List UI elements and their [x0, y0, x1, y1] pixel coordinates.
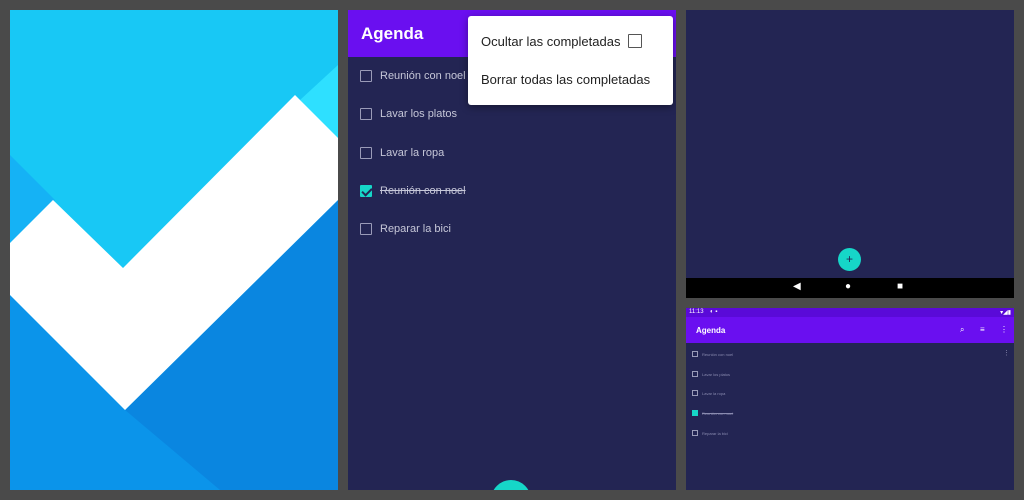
empty-list-screen: + ◀ ● ■: [686, 10, 1014, 298]
task-checkbox-checked[interactable]: [692, 410, 698, 416]
notification-icon: ◐ ▪: [710, 309, 718, 315]
task-checkbox-checked[interactable]: [360, 185, 372, 197]
status-bar: 11:13 ◐ ▪ ▾◢▮: [686, 308, 1014, 317]
task-label: Reunión con noel: [702, 410, 734, 416]
task-checkbox[interactable]: [360, 70, 372, 82]
more-options-icon[interactable]: ⋮: [1003, 349, 1010, 357]
task-item[interactable]: Lavar la ropa: [360, 143, 444, 163]
task-checkbox[interactable]: [692, 390, 698, 396]
app-title: Agenda: [696, 326, 726, 335]
task-label: Reparar la bici: [702, 430, 728, 436]
app-bar: Agenda ⌕ ≡ ⋮: [686, 317, 1014, 343]
task-label: Lavar los platos: [702, 371, 731, 377]
task-checkbox[interactable]: [360, 108, 372, 120]
recents-icon[interactable]: ■: [897, 281, 903, 292]
app-title: Agenda: [361, 24, 424, 43]
add-task-fab[interactable]: +: [838, 248, 861, 271]
signal-battery-icon: ▾◢▮: [1000, 310, 1011, 316]
overflow-menu: Ocultar las completadas Borrar todas las…: [468, 16, 673, 105]
add-task-fab[interactable]: [491, 480, 531, 490]
status-time: 11:13: [689, 309, 704, 315]
menu-item-hide-completed[interactable]: Ocultar las completadas: [481, 34, 620, 49]
task-item[interactable]: Lavar la ropa: [692, 389, 725, 397]
checkmark-logo-icon: [10, 10, 338, 490]
task-label: Reunión con noel: [702, 351, 734, 357]
task-item[interactable]: Reparar la bici: [692, 429, 728, 437]
back-icon[interactable]: ◀: [793, 281, 801, 292]
sort-icon[interactable]: ≡: [980, 325, 985, 334]
app-logo-panel: [10, 10, 338, 490]
menu-item-delete-completed[interactable]: Borrar todas las completadas: [481, 72, 650, 87]
task-item[interactable]: Reunión con noel: [692, 350, 733, 358]
hide-completed-checkbox[interactable]: [628, 34, 642, 48]
task-label: Lavar la ropa: [702, 390, 726, 396]
search-icon[interactable]: ⌕: [960, 325, 964, 335]
more-options-icon[interactable]: ⋮: [1000, 325, 1008, 334]
task-checkbox[interactable]: [692, 430, 698, 436]
task-item[interactable]: Reunión con noel: [360, 66, 466, 86]
task-label: Lavar los platos: [380, 108, 458, 120]
home-icon[interactable]: ●: [845, 281, 851, 292]
task-checkbox[interactable]: [360, 223, 372, 235]
task-list-screen: Agenda Reunión con noel Lavar los platos…: [348, 10, 676, 490]
task-item[interactable]: Lavar los platos: [692, 370, 730, 378]
task-list-screen-small: 11:13 ◐ ▪ ▾◢▮ Agenda ⌕ ≡ ⋮ Reunión con n…: [686, 308, 1014, 490]
task-checkbox[interactable]: [692, 351, 698, 357]
task-label: Reparar la bici: [380, 223, 451, 235]
system-nav-bar: ◀ ● ■: [686, 278, 1014, 298]
task-item[interactable]: Reunión con noel: [692, 409, 733, 417]
task-label: Lavar la ropa: [380, 147, 445, 159]
task-checkbox[interactable]: [692, 371, 698, 377]
task-checkbox[interactable]: [360, 147, 372, 159]
task-label: Reunión con noel: [380, 70, 466, 82]
task-label: Reunión con noel: [380, 185, 466, 197]
task-item[interactable]: Reparar la bici: [360, 219, 451, 239]
task-item[interactable]: Reunión con noel: [360, 181, 466, 201]
task-item[interactable]: Lavar los platos: [360, 104, 457, 124]
